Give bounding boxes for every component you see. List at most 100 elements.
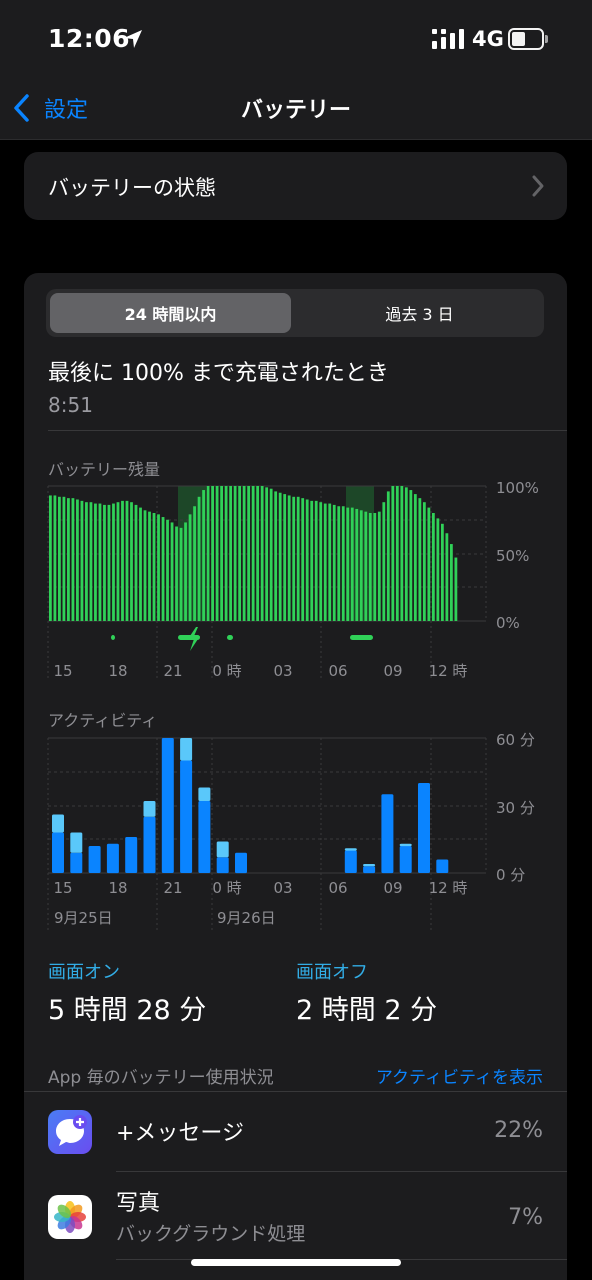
screen-on-bar bbox=[418, 783, 430, 873]
battery-bar bbox=[98, 503, 102, 621]
battery-bar bbox=[400, 486, 404, 621]
battery-bar bbox=[251, 486, 255, 621]
screen-off-bar bbox=[70, 832, 83, 853]
battery-bar bbox=[116, 502, 120, 621]
battery-bar bbox=[274, 491, 278, 621]
battery-bar bbox=[80, 500, 84, 621]
battery-bar bbox=[112, 503, 115, 621]
screen-off-value: 2 時間 2 分 bbox=[296, 995, 438, 1026]
segment-3days[interactable]: 過去 3 日 bbox=[299, 293, 540, 333]
battery-bar bbox=[206, 486, 210, 621]
divider bbox=[48, 430, 567, 431]
y-tick-label: 0 分 bbox=[496, 866, 525, 884]
battery-bar bbox=[233, 486, 237, 621]
y-tick-label: 60 分 bbox=[496, 731, 535, 749]
battery-bar bbox=[265, 487, 269, 621]
battery-bar bbox=[211, 486, 214, 621]
battery-bar bbox=[49, 495, 52, 621]
app-row-photos[interactable]: 写真 バックグラウンド処理 7% bbox=[24, 1171, 567, 1251]
network-type: 4G bbox=[472, 27, 504, 51]
battery-bar bbox=[247, 486, 251, 621]
app-percent: 22% bbox=[494, 1118, 543, 1143]
date-label: 9月25日 bbox=[54, 909, 113, 927]
segment-24h[interactable]: 24 時間以内 bbox=[50, 293, 291, 333]
battery-bar bbox=[269, 488, 273, 621]
app-percent: 7% bbox=[508, 1205, 543, 1230]
battery-bar bbox=[413, 494, 417, 621]
battery-bar bbox=[89, 502, 93, 621]
battery-bar bbox=[350, 507, 354, 621]
y-tick-label: 0% bbox=[496, 614, 520, 632]
battery-bar bbox=[305, 499, 309, 621]
battery-icon bbox=[508, 28, 544, 50]
battery-health-row[interactable]: バッテリーの状態 bbox=[24, 152, 567, 220]
battery-bar bbox=[188, 514, 192, 621]
battery-bar bbox=[175, 526, 178, 621]
date-label: 9月26日 bbox=[217, 909, 276, 927]
screen-on-bar bbox=[198, 801, 211, 873]
battery-bar bbox=[184, 522, 187, 621]
battery-bar bbox=[197, 496, 201, 621]
x-tick-label: 21 bbox=[163, 879, 182, 897]
battery-bar bbox=[170, 522, 174, 621]
x-tick-label: 15 bbox=[53, 662, 72, 680]
battery-bar bbox=[256, 486, 260, 621]
battery-bar bbox=[202, 490, 205, 621]
battery-usage-card: 24 時間以内 過去 3 日 最後に 100% まで充電されたとき 8:51 バ… bbox=[24, 273, 567, 1280]
battery-bar bbox=[179, 527, 183, 621]
navigation-bar: 設定 バッテリー bbox=[0, 80, 592, 140]
screen-on-bar bbox=[125, 837, 138, 873]
charging-indicator bbox=[350, 635, 373, 640]
x-tick-label: 15 bbox=[53, 879, 72, 897]
screen-off-bar bbox=[363, 864, 376, 867]
battery-bar bbox=[301, 498, 305, 621]
screen-off-label: 画面オフ bbox=[296, 962, 368, 983]
battery-level-chart: 100% 50% 0% 15 18 21 0 時 03 06 09 12 時 bbox=[47, 479, 539, 680]
app-row-messages[interactable]: +メッセージ 22% bbox=[24, 1091, 567, 1171]
battery-bar bbox=[310, 500, 314, 621]
battery-bar bbox=[224, 486, 228, 621]
x-tick-label: 03 bbox=[273, 879, 292, 897]
x-tick-label: 03 bbox=[273, 662, 292, 680]
x-tick-label: 18 bbox=[108, 879, 127, 897]
screen-on-bar bbox=[143, 816, 156, 874]
battery-bar bbox=[157, 514, 160, 621]
battery-bar bbox=[121, 500, 124, 621]
battery-cap bbox=[545, 35, 548, 43]
battery-bar bbox=[319, 502, 323, 621]
battery-bar bbox=[94, 503, 97, 621]
screen-on-bar bbox=[216, 857, 229, 874]
battery-bar bbox=[103, 504, 106, 621]
battery-bar bbox=[409, 490, 413, 621]
battery-bar bbox=[346, 507, 350, 621]
battery-bar bbox=[332, 504, 336, 621]
home-indicator bbox=[191, 1259, 401, 1266]
battery-bar bbox=[220, 486, 223, 621]
screen-on-bar bbox=[235, 852, 247, 874]
battery-bar bbox=[242, 486, 246, 621]
battery-bar bbox=[161, 517, 165, 621]
x-tick-label: 18 bbox=[108, 662, 127, 680]
x-tick-label: 06 bbox=[328, 662, 347, 680]
screen-off-bar bbox=[198, 787, 211, 801]
x-tick-label: 12 時 bbox=[429, 879, 468, 897]
screen-on-bar bbox=[381, 794, 394, 874]
battery-bar bbox=[328, 503, 332, 621]
battery-bar bbox=[292, 496, 296, 621]
battery-bar bbox=[107, 504, 111, 621]
battery-bar bbox=[238, 486, 242, 621]
x-tick-label: 09 bbox=[383, 879, 402, 897]
last-charge-time: 8:51 bbox=[48, 393, 93, 417]
screen-on-bar bbox=[52, 832, 64, 873]
battery-bar bbox=[215, 486, 219, 621]
battery-bar bbox=[359, 510, 363, 621]
screen-on-bar bbox=[106, 843, 119, 874]
show-activity-link[interactable]: アクティビティを表示 bbox=[376, 1063, 543, 1088]
screen-on-bar bbox=[399, 846, 412, 873]
screen-off-bar bbox=[399, 843, 412, 847]
battery-bar bbox=[71, 498, 75, 621]
screen-off-bar bbox=[344, 848, 357, 851]
battery-bar bbox=[130, 502, 133, 621]
app-subtitle: バックグラウンド処理 bbox=[116, 1223, 306, 1245]
screen-on-bar bbox=[180, 760, 193, 873]
